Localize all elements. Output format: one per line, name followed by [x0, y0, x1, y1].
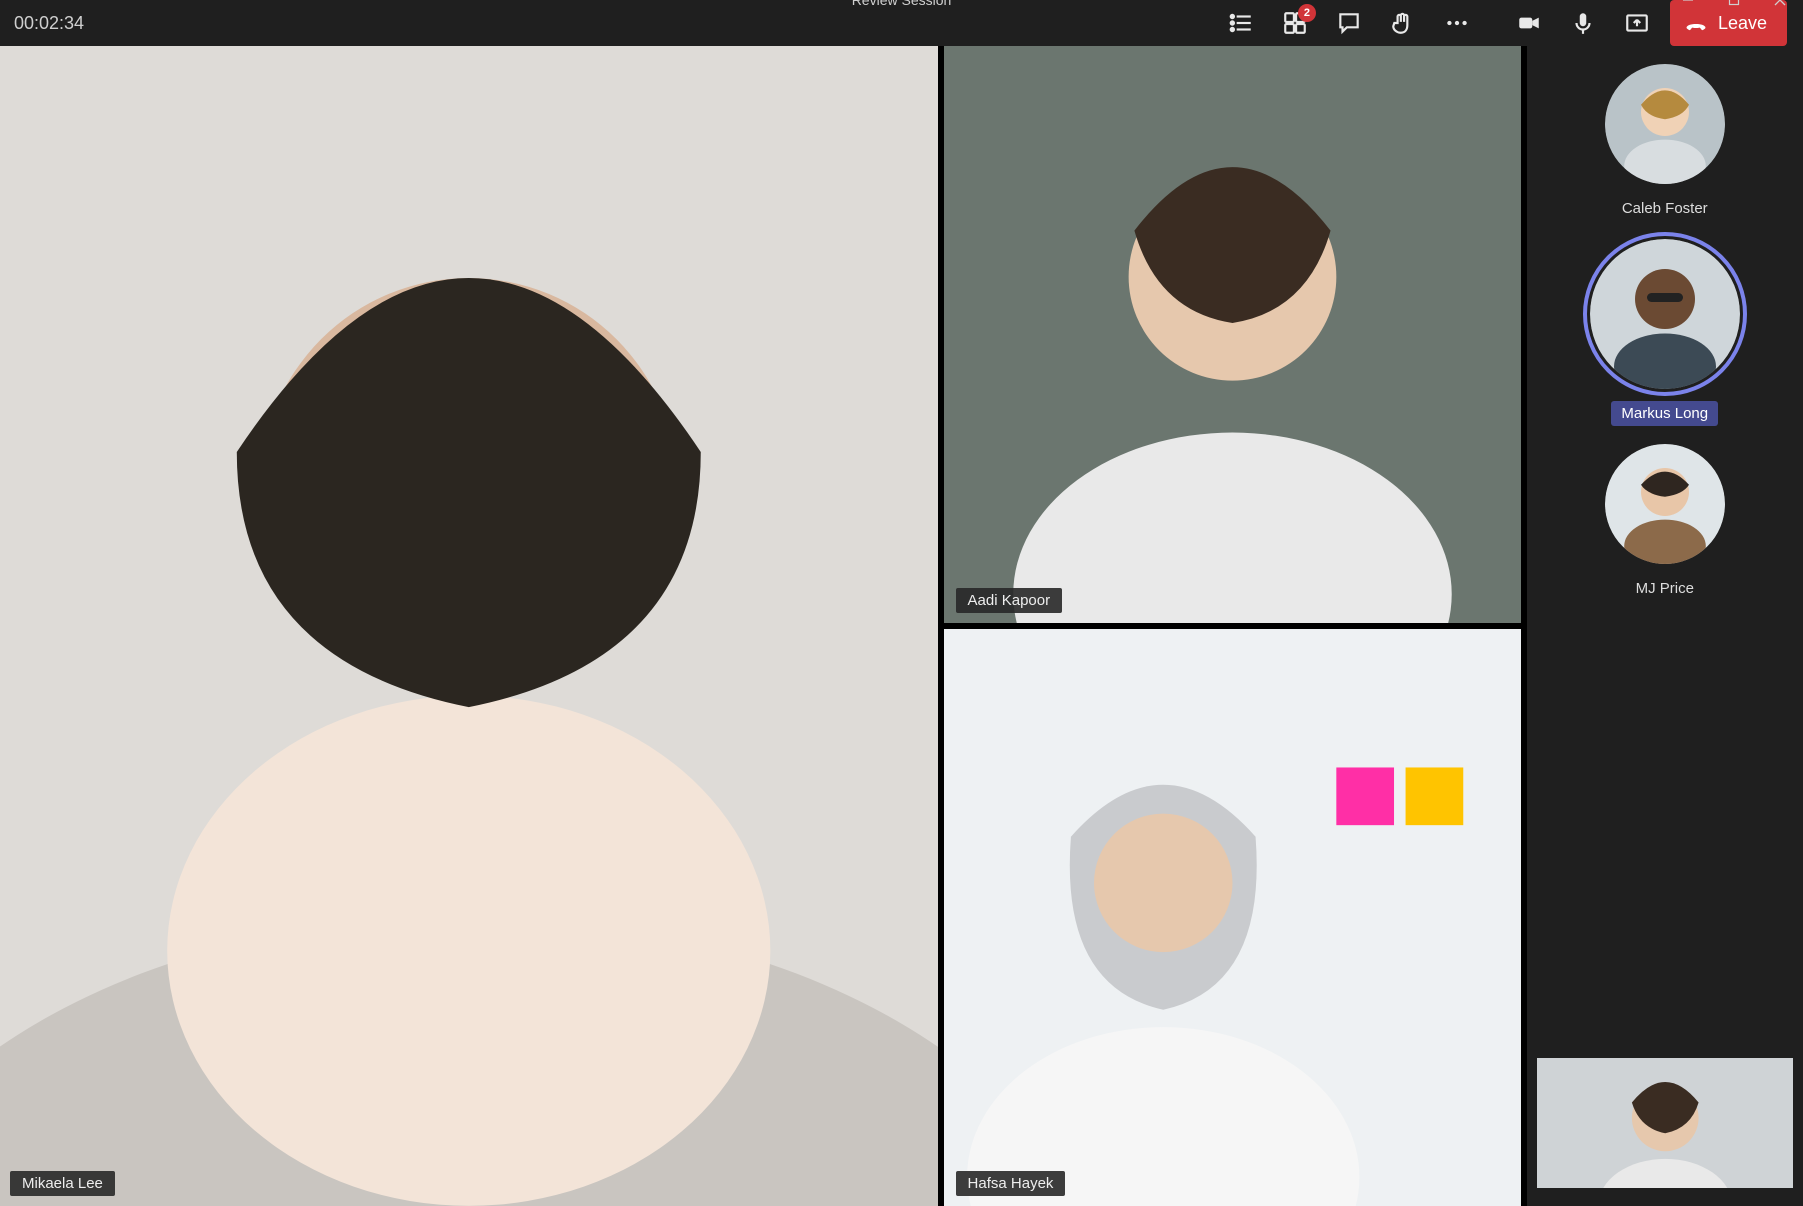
avatar — [1605, 64, 1725, 184]
leave-button[interactable]: Leave — [1670, 0, 1787, 46]
share-screen-button[interactable] — [1612, 0, 1662, 46]
chat-icon — [1336, 10, 1362, 36]
avatar — [1605, 444, 1725, 564]
microphone-icon — [1570, 10, 1596, 36]
close-icon — [1774, 0, 1786, 6]
self-preview-tile[interactable] — [1537, 1058, 1794, 1188]
microphone-button[interactable] — [1558, 0, 1608, 46]
maximize-icon — [1728, 0, 1740, 6]
participant-video-placeholder — [0, 46, 938, 1206]
participant-video-placeholder — [944, 46, 1521, 623]
raise-hand-button[interactable] — [1378, 0, 1428, 46]
more-actions-button[interactable] — [1432, 0, 1482, 46]
leave-label: Leave — [1718, 13, 1767, 34]
window-title: Review Session — [852, 0, 952, 8]
chat-button[interactable] — [1324, 0, 1374, 46]
ellipsis-icon — [1444, 10, 1470, 36]
video-tile-1[interactable]: Aadi Kapoor — [944, 46, 1521, 623]
video-stage: Mikaela Lee Aadi Kapoor Hafsa H — [0, 46, 1803, 1206]
roster-button[interactable] — [1216, 0, 1266, 46]
participant-name-label: Aadi Kapoor — [956, 588, 1063, 613]
participant-video-placeholder — [1537, 1058, 1794, 1188]
hand-icon — [1390, 10, 1416, 36]
participant-video-placeholder — [944, 629, 1521, 1206]
people-button[interactable]: 2 — [1270, 0, 1320, 46]
hangup-icon — [1684, 11, 1708, 35]
minimize-icon — [1682, 0, 1694, 6]
sidebar-participant-speaking[interactable]: Markus Long — [1537, 239, 1794, 426]
share-icon — [1624, 10, 1650, 36]
sidebar-participant[interactable]: Caleb Foster — [1537, 64, 1794, 221]
camera-button[interactable] — [1504, 0, 1554, 46]
call-timer: 00:02:34 — [14, 13, 84, 34]
sidebar-participant-name: MJ Price — [1626, 576, 1704, 601]
participants-sidebar: Caleb Foster Markus Long MJ Price — [1527, 46, 1803, 1206]
people-badge: 2 — [1298, 4, 1316, 22]
avatar — [1590, 239, 1740, 389]
sidebar-participant[interactable]: MJ Price — [1537, 444, 1794, 601]
list-icon — [1228, 10, 1254, 36]
sidebar-participant-name: Markus Long — [1611, 401, 1718, 426]
participant-name-label: Mikaela Lee — [10, 1171, 115, 1196]
main-video-tile[interactable]: Mikaela Lee — [0, 46, 938, 1206]
sidebar-participant-name: Caleb Foster — [1612, 196, 1718, 221]
camera-icon — [1516, 10, 1542, 36]
video-tile-2[interactable]: Hafsa Hayek — [944, 629, 1521, 1206]
participant-name-label: Hafsa Hayek — [956, 1171, 1066, 1196]
